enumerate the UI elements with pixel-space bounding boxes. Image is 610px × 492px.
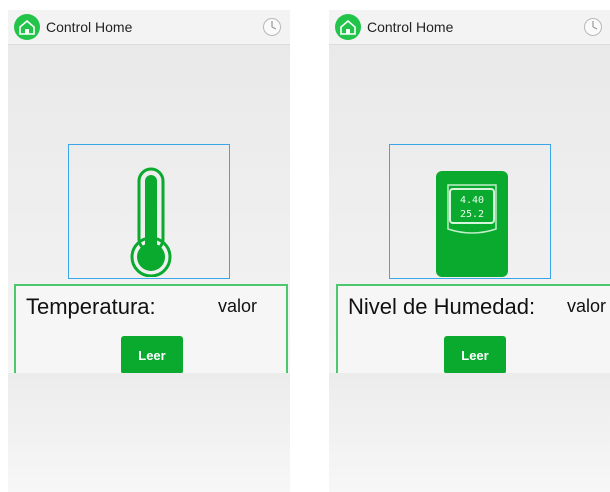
phone-screen-humidity: Control Home 4.40 25.2 Nivel de Humedad:… xyxy=(329,10,610,492)
clock-icon[interactable] xyxy=(583,17,603,37)
read-humidity-button[interactable]: Leer xyxy=(444,336,506,374)
empty-area xyxy=(8,373,290,492)
home-logo-icon[interactable] xyxy=(335,14,361,40)
display-line-1: 4.40 xyxy=(460,195,484,206)
humidity-value: valor xyxy=(567,296,607,316)
humidity-meter-icon: 4.40 25.2 xyxy=(436,171,508,277)
display-line-2: 25.2 xyxy=(460,209,484,220)
humidity-label: Nivel de Humedad: xyxy=(348,294,536,319)
temperature-label: Temperatura: xyxy=(26,294,156,319)
phone-screen-temperature: Control Home Temperatura: valor Leer xyxy=(8,10,290,492)
read-temperature-button[interactable]: Leer xyxy=(121,336,183,374)
action-bar: Control Home xyxy=(8,10,290,45)
sensor-image-frame: 4.40 25.2 xyxy=(389,144,551,279)
clock-icon[interactable] xyxy=(262,17,282,37)
thermometer-icon xyxy=(130,167,172,278)
action-bar: Control Home xyxy=(329,10,610,45)
app-title: Control Home xyxy=(367,19,454,35)
sensor-image-frame xyxy=(68,144,230,279)
empty-area xyxy=(329,373,610,492)
home-logo-icon[interactable] xyxy=(14,14,40,40)
temperature-value: valor xyxy=(218,296,258,316)
app-title: Control Home xyxy=(46,19,133,35)
